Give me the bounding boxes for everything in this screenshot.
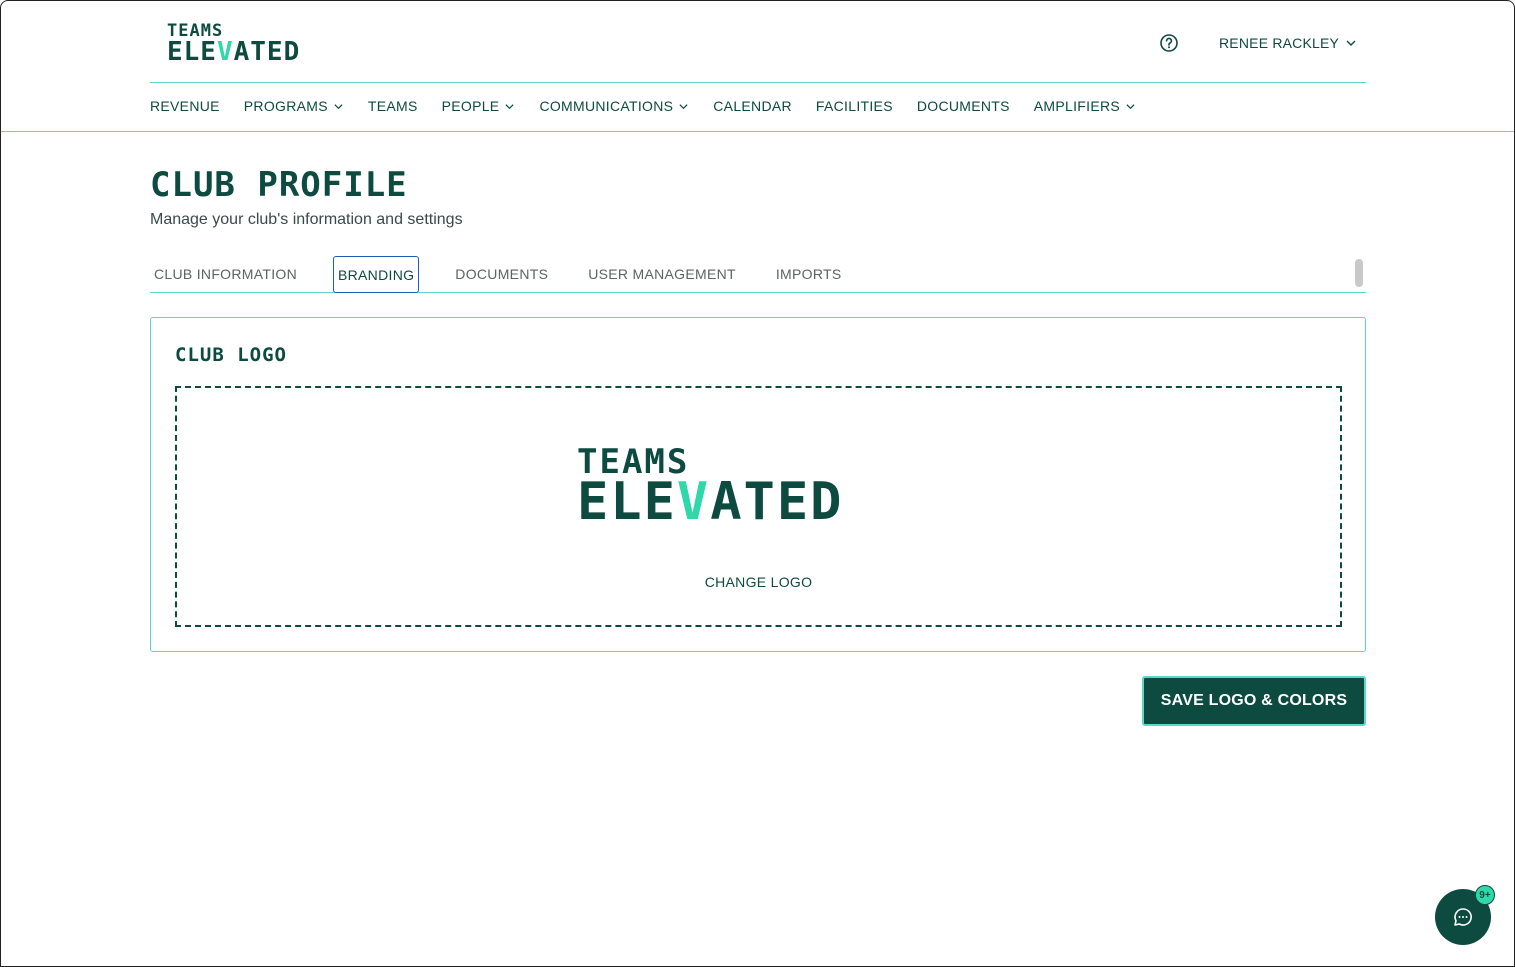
chevron-down-icon	[679, 103, 688, 109]
logo-part-1: ELE	[167, 37, 217, 67]
nav-label: COMMUNICATIONS	[539, 98, 674, 114]
nav-item-amplifiers[interactable]: AMPLIFIERS	[1034, 98, 1136, 114]
nav-label: REVENUE	[150, 98, 220, 114]
nav-item-revenue[interactable]: REVENUE	[150, 98, 220, 114]
nav-item-communications[interactable]: COMMUNICATIONS	[539, 98, 689, 114]
tab-imports[interactable]: IMPORTS	[772, 256, 846, 292]
logo-dropzone[interactable]: TEAMS ELEVATED CHANGE LOGO	[175, 386, 1342, 627]
page-subtitle: Manage your club's information and setti…	[150, 211, 463, 228]
tab-user-management[interactable]: USER MANAGEMENT	[584, 256, 740, 292]
nav-item-people[interactable]: PEOPLE	[442, 98, 516, 114]
club-logo-card: CLUB LOGO TEAMS ELEVATED CHANGE LOGO	[150, 317, 1366, 652]
nav-label: FACILITIES	[815, 98, 893, 114]
nav-item-programs[interactable]: PROGRAMS	[244, 98, 344, 114]
nav-label: PEOPLE	[441, 98, 500, 114]
nav-item-documents[interactable]: DOCUMENTS	[917, 98, 1010, 114]
nav-label: AMPLIFIERS	[1033, 98, 1121, 114]
app-window: TEAMS ELE V ATED RENEE RACKLEY REVENUE PRO…	[0, 0, 1515, 967]
nav-item-facilities[interactable]: FACILITIES	[816, 98, 893, 114]
logo-part-2: ATED	[233, 37, 301, 67]
page-title: CLUB PROFILE	[150, 165, 408, 205]
question-circle-icon[interactable]	[1159, 33, 1179, 53]
club-logo-preview: TEAMS ELEVATED	[577, 445, 843, 528]
nav-label: PROGRAMS	[243, 98, 328, 114]
logo-part-v: V	[216, 37, 234, 67]
tab-club-information[interactable]: CLUB INFORMATION	[150, 256, 301, 292]
logo-part-v: V	[676, 472, 711, 532]
tab-branding[interactable]: BRANDING	[333, 256, 420, 293]
user-menu[interactable]: RENEE RACKLEY	[1219, 35, 1357, 51]
brand-logo[interactable]: TEAMS ELE V ATED	[167, 23, 300, 66]
nav-label: DOCUMENTS	[916, 98, 1010, 114]
nav-item-teams[interactable]: TEAMS	[368, 98, 418, 114]
nav-item-calendar[interactable]: CALENDAR	[713, 98, 792, 114]
user-name: RENEE RACKLEY	[1219, 35, 1340, 51]
header-divider	[150, 82, 1366, 83]
main-nav: REVENUE PROGRAMS TEAMS PEOPLE COMMUNICAT…	[150, 98, 1160, 114]
tabs-scrollbar[interactable]	[1355, 259, 1363, 287]
tab-documents[interactable]: DOCUMENTS	[451, 256, 552, 292]
logo-word-bottom: ELE V ATED	[167, 39, 300, 65]
card-title: CLUB LOGO	[175, 344, 287, 366]
logo-preview-bottom: ELEVATED	[577, 476, 843, 528]
profile-tabs: CLUB INFORMATION BRANDING DOCUMENTS USER…	[150, 256, 1366, 293]
chat-unread-badge: 9+	[1475, 885, 1495, 905]
chevron-down-icon	[1126, 103, 1135, 109]
chevron-down-icon	[505, 103, 515, 109]
logo-part-1: ELE	[577, 472, 677, 532]
logo-part-2: ATED	[710, 472, 844, 532]
chevron-down-icon	[334, 103, 343, 109]
chat-bubble-icon	[1454, 908, 1472, 926]
chevron-down-icon	[1346, 40, 1356, 46]
nav-label: TEAMS	[367, 98, 418, 114]
nav-divider	[1, 131, 1514, 132]
change-logo-link[interactable]: CHANGE LOGO	[177, 574, 1340, 590]
save-logo-colors-button[interactable]: SAVE LOGO & COLORS	[1142, 676, 1366, 726]
nav-label: CALENDAR	[713, 98, 792, 114]
